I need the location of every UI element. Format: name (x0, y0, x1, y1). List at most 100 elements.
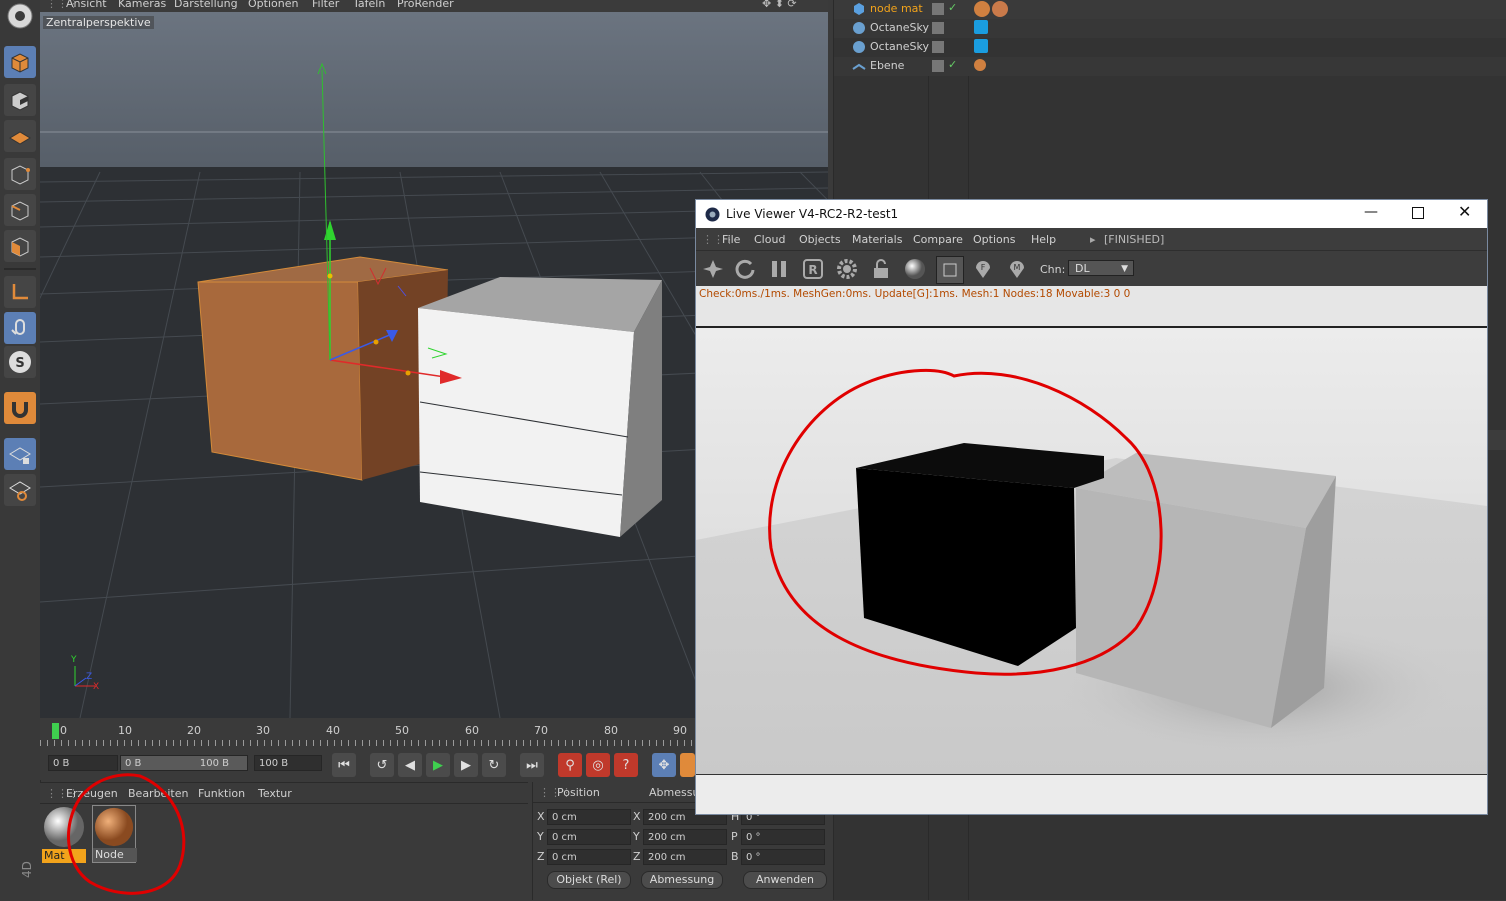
menu-optionen[interactable]: Optionen (248, 0, 298, 10)
coordinate-mode-dropdown[interactable]: Objekt (Rel) (547, 871, 631, 889)
play-icon[interactable]: ▶ (426, 753, 450, 777)
pos-z-field[interactable]: 0 cm (547, 849, 631, 865)
lock-icon[interactable] (868, 256, 894, 282)
edges-mode-icon[interactable] (4, 194, 36, 226)
visibility-check-icon[interactable]: ✓ (948, 1, 957, 14)
svg-text:S: S (15, 356, 24, 371)
rot-b-field[interactable]: 0 ° (741, 849, 825, 865)
layer-icon[interactable] (932, 22, 944, 34)
size-y-field[interactable]: 200 cm (643, 829, 727, 845)
menu-kameras[interactable]: Kameras (118, 0, 166, 10)
go-to-start-icon[interactable]: ⏮ (332, 753, 356, 777)
object-row[interactable]: OctaneSky (834, 19, 1506, 38)
menu-compare[interactable]: Compare (913, 233, 963, 246)
next-frame-icon[interactable]: ▶ (454, 753, 478, 777)
material-ball-icon[interactable] (902, 256, 928, 282)
region-render-icon[interactable]: R (800, 256, 826, 282)
live-viewer-bottom-bar (696, 774, 1487, 814)
snap-icon[interactable]: S (4, 346, 36, 378)
clay-mode-icon[interactable] (936, 256, 964, 284)
material-picker-icon[interactable]: M (1004, 256, 1030, 282)
pos-y-field[interactable]: 0 cm (547, 829, 631, 845)
playhead[interactable] (52, 723, 59, 739)
magnet-icon[interactable] (4, 392, 36, 424)
focus-picker-icon[interactable]: F (970, 256, 996, 282)
layer-icon[interactable] (932, 41, 944, 53)
axis-mode-icon[interactable] (4, 276, 36, 308)
left-toolbar: S 4D (0, 0, 41, 900)
menu-objects[interactable]: Objects (799, 233, 841, 246)
prev-frame-icon[interactable]: ◀ (398, 753, 422, 777)
live-viewer-titlebar[interactable]: Live Viewer V4-RC2-R2-test1 — ✕ (696, 200, 1487, 228)
menu-textur[interactable]: Textur (258, 787, 292, 800)
texture-mode-icon[interactable] (4, 84, 36, 116)
pause-icon[interactable] (766, 256, 792, 282)
pos-x-field[interactable]: 0 cm (547, 809, 631, 825)
workplane-icon[interactable] (4, 120, 36, 152)
menu-cloud[interactable]: Cloud (754, 233, 785, 246)
sky-object-icon (853, 22, 865, 34)
material-tag-icon[interactable] (974, 1, 990, 17)
tweak-mode-icon[interactable] (4, 312, 36, 344)
size-mode-dropdown[interactable]: Abmessung (641, 871, 723, 889)
menu-filter[interactable]: Filter (312, 0, 339, 10)
arrow-right-icon: ▸ (1090, 233, 1096, 246)
close-icon[interactable]: ✕ (1458, 202, 1471, 221)
viewport-nav-icons[interactable]: ✥ ⬍ ⟳ (762, 0, 797, 10)
range-start: 0 B (125, 758, 142, 769)
size-z-field[interactable]: 200 cm (643, 849, 727, 865)
range-slider[interactable]: 0 B 100 B (120, 755, 248, 771)
channel-dropdown[interactable]: DL ▼ (1068, 260, 1134, 276)
object-name: OctaneSky (870, 21, 929, 34)
render-output[interactable] (696, 328, 1487, 774)
end-frame-field[interactable]: 100 B (254, 755, 322, 771)
move-key-icon[interactable]: ✥ (652, 753, 676, 777)
maximize-icon[interactable] (1412, 207, 1424, 219)
environment-tag-icon[interactable] (974, 20, 988, 34)
chevron-down-icon: ▼ (1121, 264, 1128, 274)
layer-icon[interactable] (932, 60, 944, 72)
position-header: Position (557, 786, 600, 799)
visibility-check-icon[interactable]: ✓ (948, 58, 957, 71)
menu-prorender[interactable]: ProRender (397, 0, 454, 10)
rot-p-field[interactable]: 0 ° (741, 829, 825, 845)
environment-tag-icon[interactable] (974, 39, 988, 53)
menu-help[interactable]: Help (1031, 233, 1056, 246)
go-to-end-icon[interactable]: ⏭ (520, 753, 544, 777)
menu-darstellung[interactable]: Darstellung (174, 0, 238, 10)
keyframe-selection-icon[interactable]: ? (614, 753, 638, 777)
auto-key-icon[interactable]: ◎ (586, 753, 610, 777)
material-tag-icon[interactable] (974, 59, 986, 71)
workplane-lock-icon[interactable] (4, 438, 36, 470)
prev-key-icon[interactable]: ↺ (370, 753, 394, 777)
current-frame-field[interactable]: 0 B (48, 755, 118, 771)
scale-key-icon[interactable] (680, 753, 695, 777)
layer-icon[interactable] (932, 3, 944, 15)
menu-funktion[interactable]: Funktion (198, 787, 245, 800)
minimize-icon[interactable]: — (1364, 204, 1378, 220)
grid-rotate-icon[interactable] (4, 474, 36, 506)
tick-label: 10 (118, 724, 132, 737)
menu-file[interactable]: File (722, 233, 740, 246)
next-key-icon[interactable]: ↻ (482, 753, 506, 777)
model-mode-icon[interactable] (4, 46, 36, 78)
channel-label: Chn: (1040, 263, 1066, 276)
object-row[interactable]: OctaneSky (834, 38, 1506, 57)
cinema4d-logo-icon[interactable] (4, 0, 36, 32)
restart-icon[interactable] (732, 256, 758, 282)
menu-materials[interactable]: Materials (852, 233, 902, 246)
object-row[interactable]: Ebene ✓ (834, 57, 1506, 76)
settings-gear-icon[interactable] (834, 256, 860, 282)
apply-button[interactable]: Anwenden (743, 871, 827, 889)
material-tag-icon[interactable] (992, 1, 1008, 17)
menu-ansicht[interactable]: Ansicht (66, 0, 107, 10)
timeline[interactable]: 0 10 20 30 40 50 60 70 80 90 (40, 718, 695, 750)
menu-options[interactable]: Options (973, 233, 1015, 246)
points-mode-icon[interactable] (4, 158, 36, 190)
object-row[interactable]: node mat ✓ (834, 0, 1506, 19)
send-scene-icon[interactable] (700, 256, 726, 282)
polygons-mode-icon[interactable] (4, 230, 36, 262)
menu-tafeln[interactable]: Tafeln (353, 0, 385, 10)
object-name: Ebene (870, 59, 905, 72)
record-key-icon[interactable]: ⚲ (558, 753, 582, 777)
